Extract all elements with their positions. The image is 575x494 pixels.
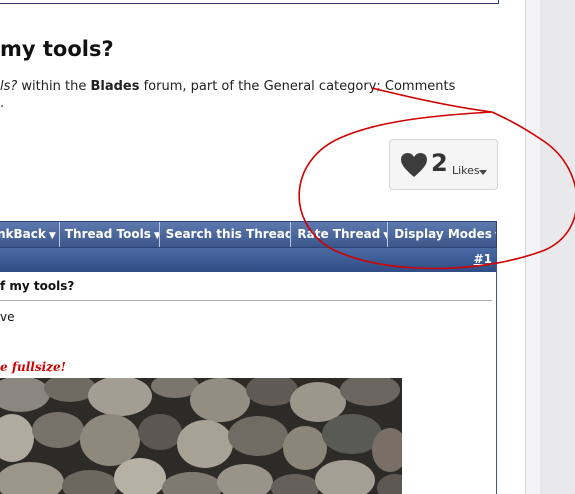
post-container: #1 f my tools? ve e fullsize! [0, 248, 497, 494]
page-sidebar-strip [525, 0, 540, 494]
search-thread-label: Search this Thread [165, 227, 292, 241]
chevron-down-icon: ▼ [495, 231, 496, 241]
thread-title: my tools? [0, 37, 114, 61]
fullsize-image-link[interactable]: e fullsize! [0, 360, 66, 374]
thread-tools-label: Thread Tools [64, 227, 151, 241]
post-body-text: ve [0, 310, 15, 324]
thread-description: ls? within the Blades forum, part of the… [0, 78, 480, 112]
top-panel-border [0, 0, 499, 4]
likes-button[interactable]: 2 Likes [389, 139, 498, 190]
post-divider [0, 300, 492, 301]
chevron-down-icon: ▼ [48, 231, 56, 241]
post-header: #1 [0, 248, 496, 272]
post-permalink[interactable]: #1 [474, 252, 492, 266]
forum-name[interactable]: Blades [90, 79, 139, 94]
forum-page: my tools? ls? within the Blades forum, p… [0, 0, 525, 494]
heart-icon [401, 153, 427, 177]
linkback-menu[interactable]: nkBack ▼ [0, 222, 60, 247]
likes-label: Likes [452, 164, 480, 177]
thread-description-text: within the [17, 79, 91, 94]
rate-thread-label: Rate Thread [297, 227, 381, 241]
thread-description-category: forum, part of the General category; Com… [139, 79, 456, 94]
thread-description-title-fragment: ls? [0, 79, 18, 94]
rocks-photo[interactable] [0, 378, 402, 494]
post-title: f my tools? [0, 279, 75, 293]
chevron-down-icon [479, 170, 487, 175]
linkback-label: nkBack [0, 227, 46, 241]
thread-toolbar: nkBack▼ Thread Tools▼ Search this Thread… [0, 221, 497, 248]
post-number-prefix: # [473, 252, 484, 266]
likes-count: 2 [431, 149, 448, 177]
display-modes-menu[interactable]: Display Modes▼ [388, 222, 496, 247]
thread-tools-menu[interactable]: Thread Tools▼ [60, 222, 160, 247]
post-number: 1 [483, 252, 492, 266]
rate-thread-menu[interactable]: Rate Thread▼ [291, 222, 389, 247]
display-modes-label: Display Modes [394, 227, 492, 241]
search-thread-menu[interactable]: Search this Thread▼ [160, 222, 292, 247]
thread-description-line2: . [0, 96, 5, 111]
